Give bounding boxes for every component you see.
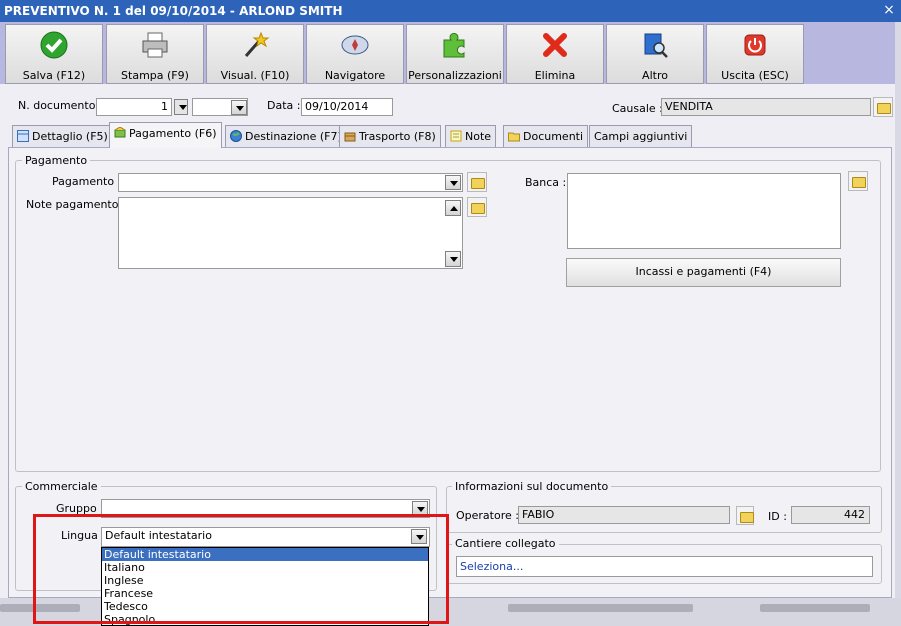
pagamento-folder-icon[interactable] bbox=[467, 172, 487, 192]
cantiere-select-field[interactable]: Seleziona... bbox=[456, 556, 873, 577]
status-blurred-text bbox=[508, 604, 693, 612]
close-window-button[interactable]: × bbox=[881, 2, 897, 18]
pagamento-select[interactable] bbox=[118, 173, 463, 192]
more-button[interactable]: Altro bbox=[606, 24, 704, 84]
tab-dettaglio[interactable]: Dettaglio (F5) bbox=[12, 125, 113, 147]
cantiere-group-title: Cantiere collegato bbox=[452, 537, 559, 550]
data-field[interactable]: 09/10/2014 bbox=[301, 98, 393, 116]
tab-destinazione[interactable]: Destinazione (F7) bbox=[225, 125, 347, 147]
payment-icon bbox=[114, 127, 126, 138]
incassi-pagamenti-button[interactable]: Incassi e pagamenti (F4) bbox=[566, 258, 841, 287]
n-documento-suffix-button[interactable] bbox=[174, 99, 188, 115]
note-pagamento-label: Note pagamento : bbox=[26, 198, 126, 211]
box-icon bbox=[344, 132, 356, 142]
customizations-button[interactable]: Personalizzazioni bbox=[406, 24, 504, 84]
commerciale-group-title: Commerciale bbox=[22, 480, 101, 493]
printer-icon bbox=[142, 32, 168, 58]
tab-campi-aggiuntivi[interactable]: Campi aggiuntivi bbox=[589, 125, 693, 147]
puzzle-icon bbox=[443, 32, 465, 58]
note-icon bbox=[450, 130, 462, 142]
scroll-up-icon[interactable] bbox=[445, 200, 461, 216]
globe-icon bbox=[230, 130, 242, 142]
causale-folder-icon[interactable] bbox=[873, 97, 893, 117]
navigator-button[interactable]: Navigatore bbox=[306, 24, 404, 84]
banca-folder-icon[interactable] bbox=[848, 171, 868, 191]
operatore-search-icon[interactable] bbox=[736, 506, 754, 525]
causale-field[interactable]: VENDITA bbox=[661, 98, 871, 116]
causale-label: Causale : bbox=[612, 102, 663, 115]
n-documento-field[interactable]: 1 bbox=[96, 98, 172, 116]
pagamento-label: Pagamento : bbox=[52, 175, 122, 188]
save-button[interactable]: Salva (F12) bbox=[5, 24, 103, 84]
power-icon bbox=[744, 34, 766, 56]
pagamento-chevron-down-icon[interactable] bbox=[445, 175, 461, 190]
print-button[interactable]: Stampa (F9) bbox=[106, 24, 204, 84]
compass-icon bbox=[341, 35, 369, 55]
tab-trasporto[interactable]: Trasporto (F8) bbox=[339, 125, 441, 147]
grid-icon bbox=[17, 130, 29, 142]
tab-note[interactable]: Note bbox=[445, 125, 497, 147]
pagamento-group-title: Pagamento bbox=[22, 154, 91, 167]
id-label: ID : bbox=[768, 510, 787, 523]
id-field: 442 bbox=[791, 506, 870, 524]
tab-pagamento[interactable]: Pagamento (F6) bbox=[109, 122, 222, 148]
delete-x-icon bbox=[543, 33, 567, 57]
tab-documenti[interactable]: Documenti bbox=[503, 125, 589, 147]
data-label: Data : bbox=[267, 99, 301, 112]
folder-icon bbox=[508, 132, 520, 142]
window-title: PREVENTIVO N. 1 del 09/10/2014 - ARLOND … bbox=[4, 4, 343, 18]
preview-button[interactable]: Visual. (F10) bbox=[206, 24, 304, 84]
chevron-down-icon[interactable] bbox=[231, 100, 247, 115]
delete-button[interactable]: Elimina bbox=[506, 24, 604, 84]
operatore-label: Operatore : bbox=[456, 509, 519, 522]
info-documento-group-title: Informazioni sul documento bbox=[452, 480, 612, 493]
check-icon bbox=[40, 31, 68, 59]
window-title-bar: PREVENTIVO N. 1 del 09/10/2014 - ARLOND … bbox=[0, 0, 901, 22]
note-folder-icon[interactable] bbox=[467, 197, 487, 217]
highlight-annotation-box bbox=[33, 514, 449, 624]
book-search-icon bbox=[644, 33, 668, 58]
scroll-down-icon[interactable] bbox=[445, 251, 461, 267]
note-pagamento-textarea[interactable] bbox=[118, 197, 463, 269]
n-documento-label: N. documento : bbox=[18, 99, 103, 112]
exit-button[interactable]: Uscita (ESC) bbox=[706, 24, 804, 84]
banca-field[interactable] bbox=[567, 173, 841, 249]
banca-label: Banca : bbox=[525, 176, 567, 189]
magic-wand-icon bbox=[244, 31, 270, 57]
status-blurred-text bbox=[760, 604, 870, 612]
operatore-field[interactable]: FABIO bbox=[518, 506, 730, 524]
